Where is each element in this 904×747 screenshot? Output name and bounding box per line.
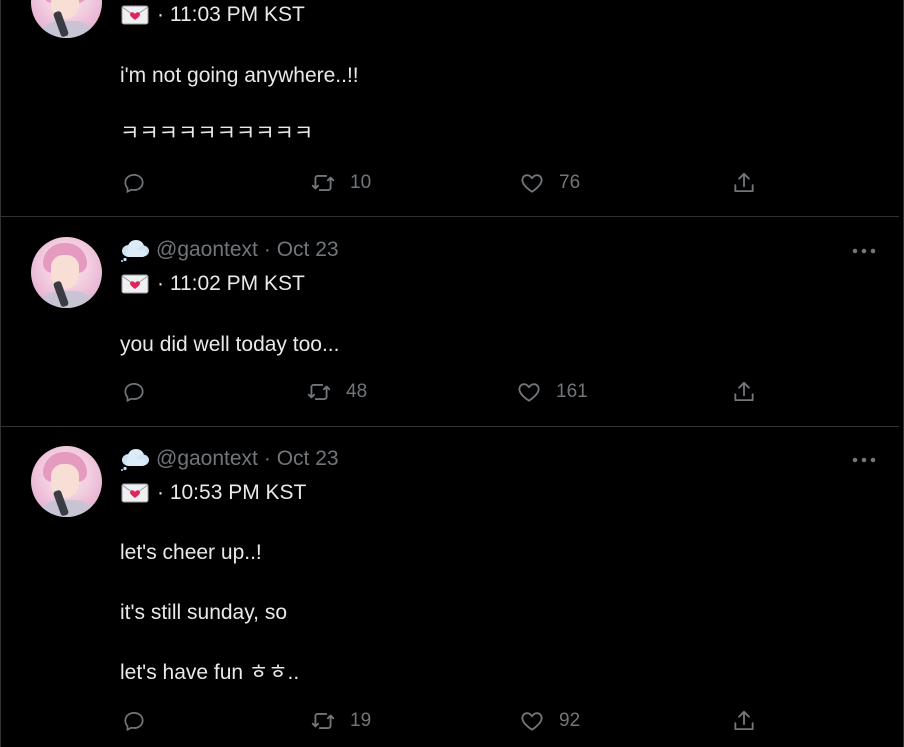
tweet[interactable]: @gaontext · Oct 23 · 10:53 PM KST let's … xyxy=(1,426,899,747)
tweet-header: @gaontext · Oct 23 xyxy=(120,447,339,471)
retweet-count: 48 xyxy=(346,381,368,402)
retweet-button[interactable]: 19 xyxy=(310,708,371,734)
more-icon[interactable] xyxy=(851,456,877,464)
reply-button[interactable] xyxy=(121,170,147,196)
like-button[interactable]: 161 xyxy=(516,379,588,405)
reply-button[interactable] xyxy=(121,708,147,734)
share-icon xyxy=(734,172,754,193)
avatar[interactable] xyxy=(31,0,102,38)
tweet-time-line: · 11:02 PM KST xyxy=(121,272,305,296)
share-button[interactable] xyxy=(731,170,757,196)
retweet-icon xyxy=(311,713,335,729)
tweet-time: · 11:02 PM KST xyxy=(157,272,305,295)
cloud-emoji-icon xyxy=(121,240,149,262)
retweet-icon xyxy=(311,175,335,191)
like-count: 92 xyxy=(559,710,581,731)
tweet-time: · 10:53 PM KST xyxy=(157,481,307,504)
like-button[interactable]: 76 xyxy=(519,170,580,196)
share-button[interactable] xyxy=(731,708,757,734)
tweet[interactable]: @gaontext · Oct 23 · 11:02 PM KST you di… xyxy=(1,216,899,426)
tweet-text-line: let's cheer up..! xyxy=(120,541,262,564)
share-icon xyxy=(734,710,754,731)
tweet-text-line: i'm not going anywhere..!! xyxy=(120,64,359,87)
love-letter-emoji-icon xyxy=(121,5,149,25)
heart-icon xyxy=(521,174,543,193)
like-count: 161 xyxy=(556,381,588,402)
love-letter-emoji-icon xyxy=(121,274,149,294)
tweet-text-line: ㅋㅋㅋㅋㅋㅋㅋㅋㅋㅋ xyxy=(120,122,314,145)
avatar[interactable] xyxy=(31,237,102,308)
heart-icon xyxy=(518,383,540,402)
tweet-text-line: let's have fun ㅎㅎ.. xyxy=(120,661,300,684)
tweet-handle[interactable]: @gaontext xyxy=(156,238,258,262)
retweet-icon xyxy=(307,384,331,400)
tweet-handle[interactable]: @gaontext xyxy=(156,447,258,471)
love-letter-emoji-icon xyxy=(121,483,149,503)
like-button[interactable]: 92 xyxy=(519,708,580,734)
retweet-button[interactable]: 10 xyxy=(310,170,371,196)
tweet-date[interactable]: · Oct 23 xyxy=(264,238,339,262)
tweet[interactable]: · 11:03 PM KST i'm not going anywhere..!… xyxy=(1,0,899,216)
cloud-emoji-icon xyxy=(121,449,149,471)
share-icon xyxy=(734,381,754,402)
share-button[interactable] xyxy=(731,379,757,405)
avatar[interactable] xyxy=(31,446,102,517)
retweet-count: 19 xyxy=(350,710,372,731)
tweet-time-line: · 10:53 PM KST xyxy=(121,481,306,505)
reply-icon xyxy=(124,712,144,732)
more-icon[interactable] xyxy=(851,247,877,255)
retweet-count: 10 xyxy=(350,172,372,193)
reply-icon xyxy=(124,383,144,403)
tweet-date[interactable]: · Oct 23 xyxy=(264,447,339,471)
heart-icon xyxy=(521,712,543,731)
tweet-time-line: · 11:03 PM KST xyxy=(121,3,305,27)
reply-icon xyxy=(124,174,144,194)
tweet-time: · 11:03 PM KST xyxy=(157,3,305,26)
reply-button[interactable] xyxy=(121,379,147,405)
tweet-header: @gaontext · Oct 23 xyxy=(120,238,339,262)
tweet-text-line: you did well today too... xyxy=(120,333,340,356)
like-count: 76 xyxy=(559,172,581,193)
timeline: · 11:03 PM KST i'm not going anywhere..!… xyxy=(0,0,904,747)
tweet-text-line: it's still sunday, so xyxy=(120,601,288,624)
retweet-button[interactable]: 48 xyxy=(306,379,367,405)
